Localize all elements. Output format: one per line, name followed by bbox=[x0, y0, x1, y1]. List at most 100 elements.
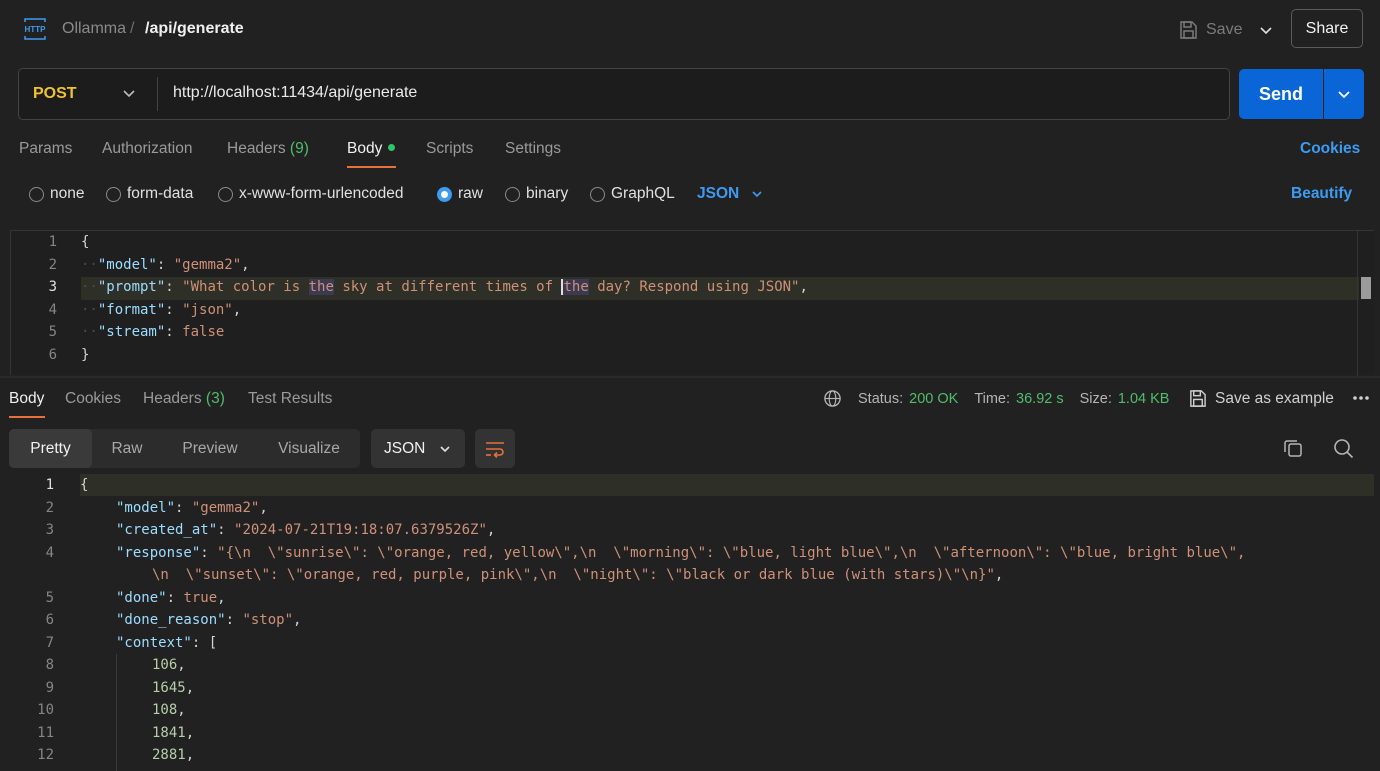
tab-headers-label: Headers bbox=[227, 140, 286, 157]
view-mode-switcher: Pretty Raw Preview Visualize bbox=[9, 429, 360, 468]
code-line: ··"stream": false bbox=[81, 324, 225, 340]
body-type-raw[interactable]: raw bbox=[437, 185, 483, 203]
code-line: "created_at": "2024-07-21T19:18:07.63795… bbox=[116, 522, 496, 538]
request-body-editor[interactable]: 1 2 3 4 5 6 { ··"model": "gemma2", ··"pr… bbox=[10, 230, 1375, 376]
language-label: JSON bbox=[697, 185, 740, 202]
radio-icon bbox=[29, 186, 44, 202]
time-value[interactable]: 36.92 s bbox=[1016, 391, 1064, 407]
line-number: 12 bbox=[37, 747, 54, 763]
tab-params[interactable]: Params bbox=[19, 140, 72, 158]
pane-splitter[interactable] bbox=[0, 376, 1380, 378]
view-mode-raw[interactable]: Raw bbox=[92, 429, 162, 468]
code-line: "done": true, bbox=[116, 590, 226, 606]
chevron-down-icon bbox=[440, 445, 450, 452]
breadcrumb-collection[interactable]: Ollamma bbox=[62, 20, 126, 38]
response-tab-headers[interactable]: Headers (3) bbox=[143, 390, 225, 408]
code-line: 1841, bbox=[152, 725, 195, 741]
tab-scripts[interactable]: Scripts bbox=[426, 140, 473, 158]
save-label: Save bbox=[1206, 21, 1243, 38]
radio-icon bbox=[505, 186, 520, 202]
radio-icon bbox=[106, 186, 121, 202]
response-tab-body[interactable]: Body bbox=[9, 390, 44, 408]
response-status-bar: Status: 200 OK Time: 36.92 s Size: 1.04 … bbox=[823, 389, 1169, 408]
code-line: "done_reason": "stop", bbox=[116, 612, 302, 628]
code-line: 1645, bbox=[152, 680, 195, 696]
wrap-lines-button[interactable] bbox=[475, 429, 515, 468]
scrollbar-thumb[interactable] bbox=[1361, 277, 1371, 299]
radio-label: raw bbox=[458, 185, 483, 202]
save-options-button[interactable] bbox=[1254, 16, 1278, 44]
line-number: 3 bbox=[48, 279, 57, 295]
tab-body-label: Body bbox=[347, 140, 383, 157]
method-select[interactable]: POST bbox=[33, 85, 77, 103]
code-line: "response": "{\n \"sunrise\": \"orange, … bbox=[116, 545, 1246, 561]
send-button[interactable]: Send bbox=[1239, 69, 1323, 119]
cookies-link[interactable]: Cookies bbox=[1300, 140, 1360, 158]
body-language-select[interactable]: JSON bbox=[697, 185, 763, 203]
radio-label: GraphQL bbox=[611, 185, 675, 202]
response-tab-cookies[interactable]: Cookies bbox=[65, 390, 121, 408]
url-input[interactable]: http://localhost:11434/api/generate bbox=[173, 84, 417, 102]
send-options-button[interactable] bbox=[1324, 69, 1364, 119]
body-type-binary[interactable]: binary bbox=[505, 185, 568, 203]
radio-label: x-www-form-urlencoded bbox=[239, 185, 404, 202]
chevron-down-icon bbox=[752, 191, 762, 198]
line-number: 4 bbox=[48, 302, 57, 318]
view-mode-preview[interactable]: Preview bbox=[162, 429, 258, 468]
size-label: Size: bbox=[1079, 390, 1112, 407]
size-value[interactable]: 1.04 KB bbox=[1118, 391, 1170, 407]
more-options-icon[interactable] bbox=[1352, 394, 1370, 402]
response-format-select[interactable]: JSON bbox=[371, 429, 465, 468]
save-button[interactable]: Save bbox=[1178, 16, 1242, 44]
globe-icon[interactable] bbox=[823, 389, 842, 408]
code-line: } bbox=[81, 347, 90, 363]
search-icon[interactable] bbox=[1333, 438, 1354, 459]
save-as-example-button[interactable]: Save as example bbox=[1188, 389, 1334, 408]
chevron-down-icon bbox=[1338, 91, 1350, 99]
response-tab-test-results[interactable]: Test Results bbox=[248, 390, 332, 408]
view-mode-visualize[interactable]: Visualize bbox=[258, 429, 360, 468]
line-number: 5 bbox=[48, 324, 57, 340]
editor-scrollbar[interactable] bbox=[1357, 231, 1375, 376]
tab-headers[interactable]: Headers (9) bbox=[227, 140, 309, 158]
code-line: { bbox=[81, 234, 90, 250]
tab-settings[interactable]: Settings bbox=[505, 140, 561, 158]
copy-icon[interactable] bbox=[1283, 438, 1303, 458]
format-label: JSON bbox=[384, 439, 426, 457]
code-line-wrapped: \n \"sunset\": \"orange, red, purple, pi… bbox=[152, 567, 1004, 583]
body-type-urlencoded[interactable]: x-www-form-urlencoded bbox=[218, 185, 404, 203]
radio-label: form-data bbox=[127, 185, 194, 202]
code-line: 108, bbox=[152, 702, 186, 718]
line-number: 3 bbox=[45, 522, 54, 538]
body-type-none[interactable]: none bbox=[29, 185, 84, 203]
indent-guide bbox=[116, 654, 117, 771]
radio-selected-icon bbox=[437, 186, 452, 202]
line-number: 10 bbox=[37, 702, 54, 718]
headers-count: (9) bbox=[289, 140, 309, 157]
body-set-indicator bbox=[388, 144, 396, 151]
code-line: { bbox=[80, 477, 89, 493]
beautify-button[interactable]: Beautify bbox=[1291, 185, 1352, 203]
top-header: HTTP Ollamma / /api/generate Save Share bbox=[0, 0, 1380, 58]
tab-authorization[interactable]: Authorization bbox=[102, 140, 192, 158]
response-headers-count: (3) bbox=[205, 390, 225, 407]
tab-body[interactable]: Body bbox=[347, 140, 396, 158]
chevron-down-icon[interactable] bbox=[119, 83, 139, 103]
active-tab-indicator bbox=[347, 166, 396, 168]
code-line: "context": [ bbox=[116, 635, 218, 651]
view-mode-pretty[interactable]: Pretty bbox=[9, 429, 92, 468]
status-value[interactable]: 200 OK bbox=[909, 391, 958, 407]
save-icon bbox=[1180, 21, 1197, 39]
breadcrumb-request-name[interactable]: /api/generate bbox=[145, 20, 244, 38]
body-type-form-data[interactable]: form-data bbox=[106, 185, 193, 203]
save-example-label: Save as example bbox=[1215, 389, 1334, 407]
line-number: 1 bbox=[45, 477, 54, 493]
line-number: 4 bbox=[45, 545, 54, 561]
line-number: 11 bbox=[37, 725, 54, 741]
chevron-down-icon bbox=[1260, 27, 1272, 35]
response-body-viewer[interactable]: 1 2 3 4 5 6 7 8 9 10 11 12 { "model": "g… bbox=[0, 474, 1380, 771]
body-type-graphql[interactable]: GraphQL bbox=[590, 185, 675, 203]
code-line: ··"model": "gemma2", bbox=[81, 257, 250, 273]
line-number: 6 bbox=[48, 347, 57, 363]
share-button[interactable]: Share bbox=[1291, 9, 1363, 48]
